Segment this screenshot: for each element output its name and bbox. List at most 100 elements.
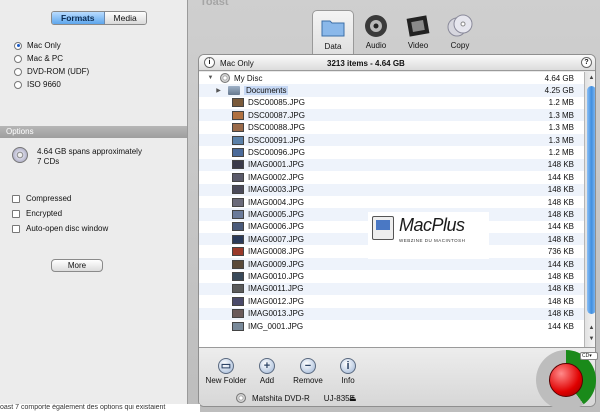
checkbox[interactable] bbox=[12, 209, 20, 218]
file-list[interactable]: ▼ My Disc 4.64 GB ▶ Documents 4.25 GB DSC00085… bbox=[199, 72, 584, 347]
file-row[interactable]: IMAG0009.JPG 144 KB bbox=[199, 258, 584, 271]
image-thumbnail-icon bbox=[232, 234, 244, 244]
image-thumbnail-icon bbox=[232, 110, 244, 120]
radio-button[interactable] bbox=[14, 54, 22, 63]
file-row[interactable]: IMAG0012.JPG 148 KB bbox=[199, 295, 584, 307]
scroll-down-arrow-icon[interactable]: ▼ bbox=[587, 335, 595, 344]
tab-audio[interactable]: Audio bbox=[355, 10, 397, 54]
file-size: 4.64 GB bbox=[544, 73, 574, 83]
article-caption: oast 7 comporte également des options qu… bbox=[0, 404, 200, 412]
file-size: 148 KB bbox=[547, 296, 574, 306]
file-row[interactable]: IMAG0003.JPG 148 KB bbox=[199, 183, 584, 196]
file-row[interactable]: IMAG0004.JPG 148 KB bbox=[199, 196, 584, 208]
checkbox[interactable] bbox=[12, 224, 20, 233]
selected-folder-label: Documents bbox=[244, 86, 289, 96]
image-thumbnail-icon bbox=[232, 148, 244, 158]
disclosure-closed-icon[interactable]: ▶ bbox=[215, 87, 222, 94]
file-size: 148 KB bbox=[547, 197, 574, 207]
radio-button[interactable] bbox=[14, 80, 22, 89]
vertical-scrollbar[interactable]: ▲ ▲ ▼ bbox=[584, 72, 595, 347]
image-thumbnail-icon bbox=[232, 123, 244, 133]
radio-dvd-rom[interactable]: DVD-ROM (UDF) bbox=[14, 67, 89, 76]
file-row[interactable]: DSC00087.JPG 1.3 MB bbox=[199, 109, 584, 122]
discs-icon bbox=[447, 14, 473, 37]
file-size: 1.2 MB bbox=[548, 148, 574, 158]
options-drawer: Formats Media Mac Only Mac & PC DVD-ROM … bbox=[0, 0, 188, 405]
file-size: 144 KB bbox=[547, 222, 574, 232]
folder-icon bbox=[228, 86, 240, 96]
burn-button[interactable] bbox=[549, 363, 583, 397]
file-row[interactable]: ▼ My Disc 4.64 GB bbox=[199, 72, 584, 84]
image-thumbnail-icon bbox=[232, 222, 244, 232]
help-icon[interactable]: ? bbox=[581, 57, 592, 68]
checkbox-label: Compressed bbox=[26, 194, 72, 203]
tab-data[interactable]: Data bbox=[312, 10, 354, 54]
scroll-up-arrow-icon[interactable]: ▲ bbox=[587, 324, 595, 333]
media-type-select[interactable]: CD▾ bbox=[580, 352, 598, 360]
radio-button[interactable] bbox=[14, 41, 22, 50]
folder-icon bbox=[321, 20, 345, 37]
info-button[interactable]: i Info bbox=[325, 358, 371, 385]
more-button[interactable]: More bbox=[51, 259, 103, 272]
image-thumbnail-icon bbox=[232, 160, 244, 170]
radio-iso-9660[interactable]: ISO 9660 bbox=[14, 80, 61, 89]
checkbox-auto-open[interactable]: Auto-open disc window bbox=[12, 224, 108, 233]
image-thumbnail-icon bbox=[232, 284, 244, 294]
file-name: IMAG0003.JPG bbox=[248, 185, 305, 195]
eject-icon[interactable]: ⏏ bbox=[349, 395, 359, 403]
file-row[interactable]: DSC00096.JPG 1.2 MB bbox=[199, 146, 584, 158]
tab-label: Audio bbox=[365, 41, 387, 50]
image-thumbnail-icon bbox=[232, 272, 244, 282]
radio-mac-only[interactable]: Mac Only bbox=[14, 41, 61, 50]
scroll-up-icon[interactable]: ▲ bbox=[587, 74, 595, 83]
items-summary: 3213 items - 4.64 GB bbox=[327, 59, 405, 68]
tab-video[interactable]: Video bbox=[397, 10, 439, 54]
new-folder-button[interactable]: ▭ New Folder bbox=[203, 358, 249, 385]
radio-mac-pc[interactable]: Mac & PC bbox=[14, 54, 63, 63]
image-thumbnail-icon bbox=[232, 135, 244, 145]
info-icon: i bbox=[340, 358, 356, 374]
file-row[interactable]: IMAG0001.JPG 148 KB bbox=[199, 158, 584, 172]
file-name: IMAG0001.JPG bbox=[248, 160, 305, 170]
toolbar-label: Remove bbox=[293, 376, 323, 385]
checkbox[interactable] bbox=[12, 194, 20, 203]
file-row[interactable]: IMAG0011.JPG 148 KB bbox=[199, 282, 584, 296]
speaker-icon bbox=[365, 15, 387, 37]
info-circle-icon[interactable]: i bbox=[204, 57, 215, 68]
segment-media[interactable]: Media bbox=[104, 12, 146, 24]
file-name: DSC00096.JPG bbox=[248, 148, 305, 158]
file-row[interactable]: ▶ Documents 4.25 GB bbox=[199, 84, 584, 97]
file-name: IMG_0001.JPG bbox=[248, 321, 304, 331]
options-section-header: Options bbox=[0, 126, 187, 138]
file-size: 1.3 MB bbox=[548, 135, 574, 145]
new-folder-icon: ▭ bbox=[218, 358, 234, 374]
file-size: 148 KB bbox=[547, 309, 574, 319]
span-estimate-text: 4.64 GB spans approximately 7 CDs bbox=[37, 147, 142, 166]
radio-label: Mac & PC bbox=[27, 54, 64, 63]
tab-copy[interactable]: Copy bbox=[439, 10, 481, 54]
checkbox-encrypted[interactable]: Encrypted bbox=[12, 209, 62, 218]
add-button[interactable]: + Add bbox=[244, 358, 290, 385]
file-name: IMAG0010.JPG bbox=[248, 272, 305, 282]
disclosure-open-icon[interactable]: ▼ bbox=[207, 75, 214, 81]
macplus-watermark: MacPlus WEBZINE DU MACINTOSH bbox=[368, 212, 489, 259]
image-thumbnail-icon bbox=[232, 247, 244, 257]
file-row[interactable]: DSC00085.JPG 1.2 MB bbox=[199, 97, 584, 109]
toolbar-label: Info bbox=[341, 376, 355, 385]
file-row[interactable]: IMG_0001.JPG 144 KB bbox=[199, 320, 584, 332]
image-thumbnail-icon bbox=[232, 321, 244, 331]
file-size: 4.25 GB bbox=[544, 86, 574, 96]
checkbox-label: Auto-open disc window bbox=[26, 224, 109, 233]
scroll-thumb[interactable] bbox=[587, 86, 595, 314]
radio-button[interactable] bbox=[14, 67, 22, 76]
segment-formats[interactable]: Formats bbox=[52, 12, 105, 24]
file-row[interactable]: DSC00088.JPG 1.3 MB bbox=[199, 122, 584, 134]
drive-name: Matshita DVD-R bbox=[252, 393, 310, 403]
image-thumbnail-icon bbox=[232, 98, 244, 108]
file-row[interactable]: DSC00091.JPG 1.3 MB bbox=[199, 134, 584, 147]
file-row[interactable]: IMAG0002.JPG 144 KB bbox=[199, 171, 584, 183]
checkbox-compressed[interactable]: Compressed bbox=[12, 194, 71, 203]
file-row[interactable]: IMAG0013.JPG 148 KB bbox=[199, 307, 584, 320]
file-size: 148 KB bbox=[547, 272, 574, 282]
file-row[interactable]: IMAG0010.JPG 148 KB bbox=[199, 270, 584, 282]
